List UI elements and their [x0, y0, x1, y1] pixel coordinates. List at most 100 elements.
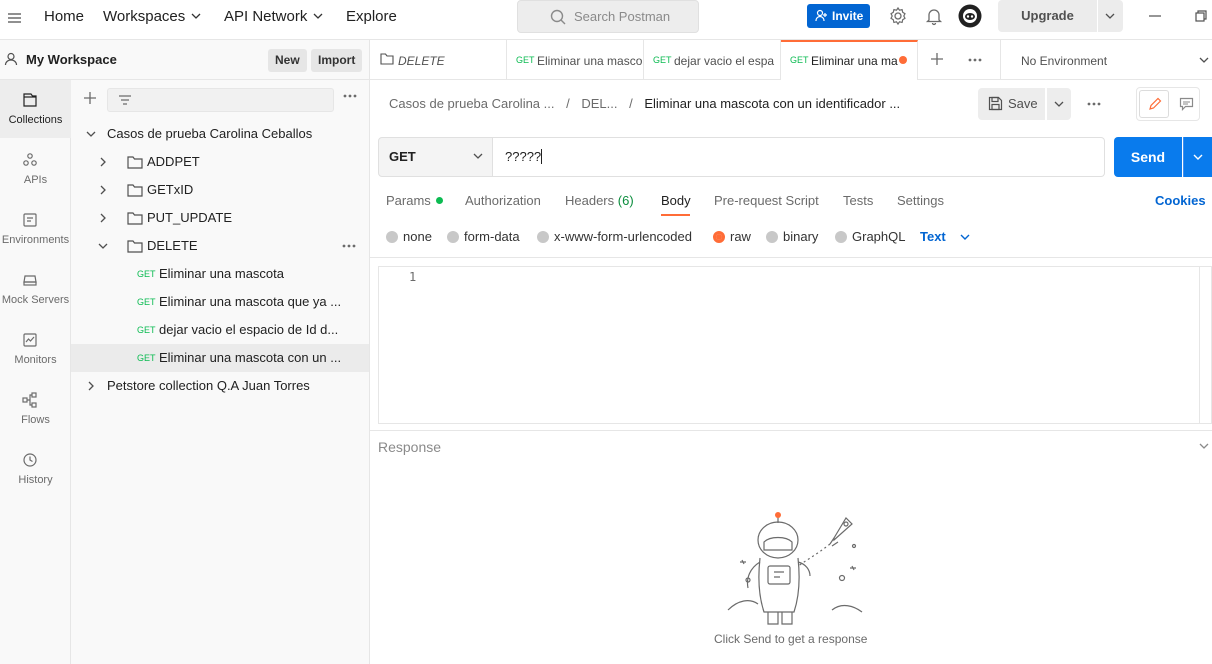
invite-button[interactable]: Invite — [807, 4, 870, 28]
tab-label: dejar vacio el espa — [674, 54, 775, 68]
save-icon — [988, 96, 1003, 111]
collection-item[interactable]: Petstore collection Q.A Juan Torres — [71, 372, 369, 400]
rail-item-flows[interactable]: Flows — [0, 380, 71, 438]
monitors-icon — [22, 332, 38, 348]
folder-icon — [127, 211, 143, 225]
tab-body[interactable]: Body — [661, 193, 691, 208]
tab-request[interactable]: GET dejar vacio el espa — [644, 40, 781, 80]
folder-icon — [380, 53, 394, 65]
chevron-down-icon — [473, 153, 483, 159]
chevron-down-icon — [960, 234, 970, 240]
breadcrumb-collection[interactable]: Casos de prueba Carolina ... — [389, 96, 554, 111]
request-label: Eliminar una mascota — [159, 266, 284, 281]
restore-icon[interactable] — [1193, 8, 1209, 24]
method-badge: GET — [790, 55, 809, 65]
rail-item-environments[interactable]: Environments — [0, 200, 71, 258]
folder-item[interactable]: ADDPET — [71, 148, 369, 176]
chevron-right-icon — [98, 157, 108, 167]
tab-delete-folder[interactable]: DELETE — [370, 40, 507, 80]
more-tabs-icon[interactable] — [968, 58, 982, 62]
pencil-icon — [1148, 97, 1162, 111]
method-badge: GET — [137, 297, 156, 307]
settings-icon[interactable] — [887, 5, 909, 27]
chevron-right-icon — [98, 185, 108, 195]
more-options-icon[interactable] — [1087, 102, 1101, 106]
active-tab-underline — [661, 214, 690, 216]
user-icon — [4, 52, 18, 66]
minimize-icon[interactable] — [1147, 8, 1163, 24]
rail-item-collections[interactable]: Collections — [0, 80, 71, 138]
folder-label: DELETE — [147, 238, 198, 253]
bell-icon[interactable] — [923, 5, 945, 27]
menu-icon[interactable] — [6, 9, 28, 31]
cookies-link[interactable]: Cookies — [1155, 193, 1206, 208]
nav-explore[interactable]: Explore — [346, 0, 397, 33]
tab-settings[interactable]: Settings — [897, 193, 944, 208]
folder-item[interactable]: PUT_UPDATE — [71, 204, 369, 232]
workspace-title[interactable]: My Workspace — [26, 52, 117, 67]
nav-home[interactable]: Home — [44, 0, 84, 33]
tab-tests[interactable]: Tests — [843, 193, 873, 208]
radio-icon — [766, 231, 778, 243]
more-options-icon[interactable] — [343, 94, 357, 98]
send-button[interactable]: Send — [1114, 137, 1182, 177]
environment-selector[interactable]: No Environment — [1000, 40, 1212, 80]
raw-type-select[interactable]: Text — [920, 229, 970, 244]
upgrade-dropdown[interactable] — [1098, 0, 1123, 32]
request-item-selected[interactable]: GET Eliminar una mascota con un ... — [71, 344, 369, 372]
raw-type-label: Text — [920, 229, 946, 244]
request-item[interactable]: GET Eliminar una mascota — [71, 260, 369, 288]
breadcrumb-request[interactable]: Eliminar una mascota con un identificado… — [644, 96, 900, 111]
tab-pre-request-script[interactable]: Pre-request Script — [714, 193, 819, 208]
tab-request-active[interactable]: GET Eliminar una ma — [781, 40, 918, 80]
new-button[interactable]: New — [268, 49, 307, 72]
rail-item-apis[interactable]: APIs — [0, 140, 71, 198]
avatar-icon[interactable] — [958, 4, 982, 28]
rail-item-label: Flows — [21, 414, 50, 426]
add-collection-icon[interactable] — [83, 91, 97, 105]
radio-icon — [835, 231, 847, 243]
tab-params[interactable]: Params — [386, 193, 443, 208]
method-select[interactable]: GET — [378, 137, 493, 177]
collection-item[interactable]: Casos de prueba Carolina Ceballos — [71, 120, 369, 148]
request-item[interactable]: GET Eliminar una mascota que ya ... — [71, 288, 369, 316]
comment-icon[interactable] — [1179, 97, 1194, 111]
folder-item[interactable]: DELETE — [71, 232, 369, 260]
divider — [370, 430, 1212, 431]
body-editor[interactable]: 1 — [378, 266, 1212, 424]
tab-headers[interactable]: Headers (6) — [565, 193, 634, 208]
nav-api-network[interactable]: API Network — [224, 0, 323, 33]
save-dropdown[interactable] — [1047, 88, 1071, 120]
radio-icon — [386, 231, 398, 243]
breadcrumb-folder[interactable]: DEL... — [581, 96, 617, 111]
folder-item[interactable]: GETxID — [71, 176, 369, 204]
more-options-icon[interactable] — [342, 244, 356, 248]
new-tab-icon[interactable] — [930, 52, 944, 66]
send-dropdown[interactable] — [1183, 137, 1212, 177]
nav-workspaces[interactable]: Workspaces — [103, 0, 201, 33]
method-badge: GET — [137, 325, 156, 335]
save-button[interactable]: Save — [978, 88, 1045, 120]
rail-item-history[interactable]: History — [0, 440, 71, 498]
chevron-down-icon — [86, 129, 96, 139]
radio-icon — [537, 231, 549, 243]
chevron-down-icon — [98, 241, 108, 251]
import-button[interactable]: Import — [311, 49, 363, 72]
rail-item-mock-servers[interactable]: Mock Servers — [0, 260, 71, 318]
tab-label: DELETE — [398, 54, 445, 68]
filter-input[interactable] — [107, 88, 334, 112]
search-input[interactable]: Search Postman — [517, 0, 699, 33]
chevron-down-icon — [1105, 13, 1115, 19]
tab-request[interactable]: GET Eliminar una masco — [507, 40, 644, 80]
rail-item-label: APIs — [23, 174, 48, 186]
edit-toggle[interactable] — [1139, 90, 1169, 118]
upgrade-button[interactable]: Upgrade — [998, 0, 1097, 32]
chevron-right-icon — [86, 381, 96, 391]
request-item[interactable]: GET dejar vacio el espacio de Id d... — [71, 316, 369, 344]
editor-scrollbar[interactable] — [1199, 267, 1200, 423]
chevron-down-icon[interactable] — [1199, 443, 1209, 449]
send-label: Send — [1130, 149, 1166, 165]
rail-item-monitors[interactable]: Monitors — [0, 320, 71, 378]
url-input[interactable]: ????? — [493, 137, 1105, 177]
tab-authorization[interactable]: Authorization — [465, 193, 541, 208]
